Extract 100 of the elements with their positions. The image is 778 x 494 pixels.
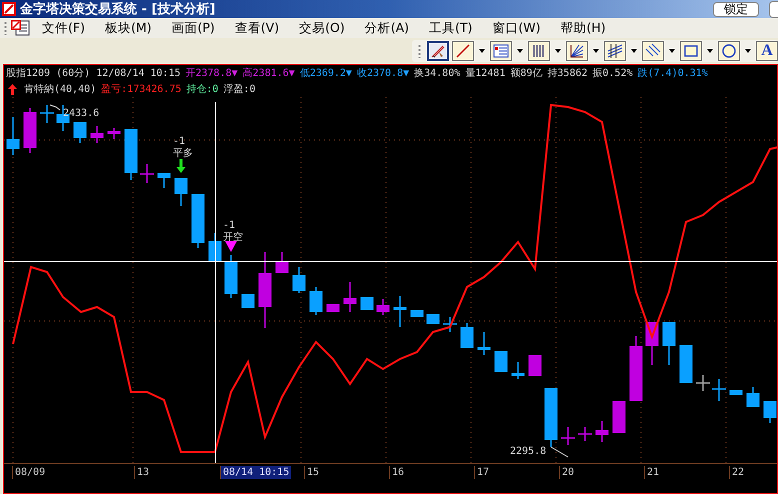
candlestick [680,345,692,383]
candlestick [696,375,710,391]
arrow-down-icon [176,159,186,173]
tool-button[interactable] [528,41,550,61]
caret-icon[interactable] [517,49,523,53]
signal-count: -1 [223,220,236,231]
signal-count: -1 [173,136,186,147]
grip-handle[interactable] [4,21,7,35]
candlestick [662,322,676,365]
info-text: 开2378.8▼ [186,67,238,80]
menu-item[interactable]: 画面(P) [168,20,219,36]
candlestick [74,122,86,143]
parallel-lines-icon [607,43,623,59]
fan-lines-icon [569,43,585,59]
caret-icon[interactable] [745,49,751,53]
tool-button[interactable] [452,41,474,61]
menu-item[interactable]: 交易(O) [295,20,349,36]
info-text: 肯特納(40,40) [24,82,96,96]
info-text: 额89亿 [510,66,542,80]
caret-icon[interactable] [631,49,637,53]
axis-label: 22 [729,466,746,479]
list-icon [493,43,509,59]
info-text: 量12481 [465,67,506,80]
lock-button[interactable]: 锁定 [713,2,759,16]
signal-label: 平多 [173,148,193,159]
line-icon [455,43,471,59]
axis-label: 08/14 10:15 [220,466,292,479]
caret-icon[interactable] [707,49,713,53]
menu-item[interactable]: 查看(V) [230,20,284,36]
menu-item[interactable]: 板块(M) [100,20,156,36]
menu-item[interactable]: 窗口(W) [488,20,545,36]
menu-item[interactable]: 文件(F) [38,20,89,36]
signal-label: 开空 [223,232,243,243]
info-text: 股指1209 (60分) 12/08/14 10:15 [6,66,180,80]
window-button[interactable] [769,0,778,18]
tool-button[interactable] [566,41,588,61]
candlestick [712,379,726,401]
circle-icon [721,43,737,59]
candlestick [344,282,356,312]
tool-button[interactable] [604,41,626,61]
candlestick [746,387,760,407]
candlestick [326,304,340,312]
candlestick [443,317,457,332]
leader-line [550,446,568,458]
info-text: 低2369.2▼ [300,67,352,80]
axis-label: 20 [559,466,576,479]
candlestick [561,427,575,445]
candlestick [90,126,104,143]
candlestick [578,427,592,441]
pencil-icon [430,43,446,59]
menu-item[interactable]: 工具(T) [425,20,476,36]
price-label: 2295.8 [510,446,546,457]
leader-line [50,104,60,110]
caret-icon[interactable] [669,49,675,53]
candlestick [426,314,440,324]
candlestick [208,233,222,261]
candlestick [360,297,374,310]
candlestick [174,178,188,206]
tool-button[interactable] [642,41,664,61]
triangle-icon [225,241,237,252]
candlestick [376,299,390,315]
tool-button[interactable] [718,41,740,61]
candlestick [140,164,154,183]
candlestick [108,128,120,139]
diagonal-lines-icon [645,43,661,59]
caret-icon[interactable] [479,49,485,53]
candlestick [544,388,558,447]
info-text: 收2370.8▼ [356,67,410,80]
text-tool-button[interactable]: A [756,41,778,61]
candlestick [646,322,658,365]
candlestick [494,351,508,372]
candlestick [276,252,288,273]
axis-label: 21 [644,466,662,479]
info-text: 跌(7.4)0.31% [638,66,708,80]
candlestick [6,117,20,155]
candlestick [410,310,424,317]
rectangle-icon [683,43,699,59]
candlestick [192,194,204,248]
candlestick [292,267,306,293]
tool-button[interactable] [680,41,702,61]
candlestick [478,332,490,355]
caret-icon[interactable] [593,49,599,53]
candlestick [730,390,742,395]
candlestick [512,362,524,379]
candlestick [124,129,138,180]
candlestick [242,294,254,308]
tool-button[interactable] [490,41,512,61]
candlestick [528,355,542,376]
document-icon[interactable] [10,20,30,36]
menu-item[interactable]: 帮助(H) [556,20,610,36]
axis-label: 08/09 [12,466,48,479]
tool-button[interactable] [427,41,449,61]
candlestick [310,287,322,315]
info-text: 换34.80% [414,67,460,80]
grip-handle[interactable] [418,44,421,58]
caret-icon[interactable] [555,49,561,53]
info-text: 持35862 [547,66,588,80]
info-text: 盈亏:173426.75 [101,83,182,96]
candlestick [630,336,642,401]
menu-item[interactable]: 分析(A) [360,20,414,36]
